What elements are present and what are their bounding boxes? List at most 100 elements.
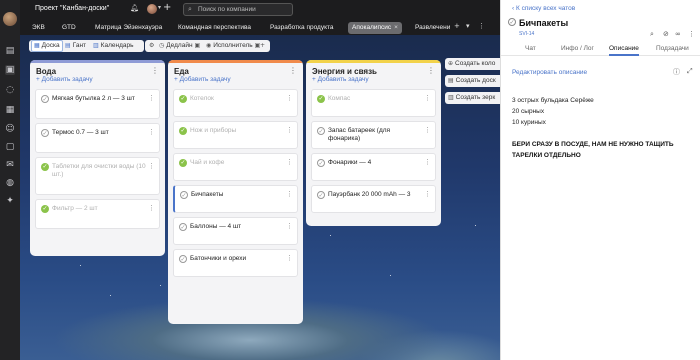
task-card[interactable]: ✓ Компас ⋮	[311, 89, 436, 117]
task-card[interactable]: ✓ Пауэрбанк 20 000 mAh — 3 ⋮	[311, 185, 436, 213]
add-task-button[interactable]: + Добавить задачу	[174, 76, 231, 83]
chevron-down-icon[interactable]: ▾	[466, 22, 470, 30]
task-card[interactable]: ✓ Чай и кофе ⋮	[173, 153, 298, 181]
member-avatar[interactable]	[147, 4, 157, 14]
more-icon[interactable]: ⋮	[424, 158, 431, 166]
back-to-chats-link[interactable]: ‹ К списку всех чатов	[512, 5, 575, 12]
edit-description-link[interactable]: Редактировать описание	[512, 69, 587, 76]
more-icon[interactable]: ⋮	[427, 66, 435, 75]
task-card[interactable]: ✓ Термос 0.7 — 3 шт ⋮	[35, 123, 160, 153]
task-card[interactable]: ✓ Таблетки для очистки воды (10 шт.) ⋮	[35, 157, 160, 195]
chat-icon[interactable]: ◌	[5, 85, 15, 95]
tab-info-log[interactable]: Инфо / Лог	[561, 45, 594, 52]
more-icon[interactable]: ⋮	[148, 128, 155, 136]
circle-check-icon[interactable]: ✓	[317, 191, 325, 199]
circle-check-icon[interactable]: ✓	[317, 159, 325, 167]
more-icon[interactable]: ⋮	[286, 190, 293, 198]
expand-icon[interactable]: ⤢	[687, 67, 693, 76]
more-icon[interactable]: ⋮	[148, 94, 155, 102]
chevron-down-icon[interactable]: ▾	[158, 4, 161, 11]
circle-check-icon[interactable]: ✓	[179, 255, 187, 263]
tab-apocalypse[interactable]: Апокалипсис ×	[348, 22, 402, 34]
check-done-icon[interactable]: ✓	[317, 95, 325, 103]
circle-check-icon[interactable]: ✓	[317, 127, 325, 135]
create-mirror-button[interactable]: ▥ Создать зерк	[445, 92, 500, 104]
attachment-icon[interactable]: ⊘	[663, 30, 669, 38]
task-card[interactable]: ✓ Баллоны — 4 шт ⋮	[173, 217, 298, 245]
add-tab-icon[interactable]: +	[454, 22, 460, 30]
tab-subtasks[interactable]: Подзадачи	[656, 45, 689, 52]
deadline-filter[interactable]: ◷ Дедлайн ▣	[157, 40, 204, 52]
create-board-button[interactable]: ▤ Создать доск	[445, 75, 500, 87]
view-gantt-button[interactable]: ▤ Гант	[63, 40, 88, 52]
tab-entertainment[interactable]: Развлечени	[411, 22, 453, 34]
check-done-icon[interactable]: ✓	[41, 163, 49, 171]
search-icon[interactable]: ⌕	[650, 30, 654, 39]
circle-check-icon[interactable]: ✓	[180, 191, 188, 199]
search-input[interactable]: ⌕ Поиск по компании	[183, 3, 293, 16]
docs-icon[interactable]: ▢	[5, 142, 15, 152]
more-icon[interactable]: ⋮	[688, 30, 695, 38]
check-done-icon[interactable]: ✓	[179, 159, 187, 167]
project-title[interactable]: Проект "Канбан-доски"	[35, 5, 109, 12]
ai-icon[interactable]: ✦	[5, 196, 15, 206]
close-icon[interactable]: ×	[394, 24, 398, 31]
more-icon[interactable]: ⋮	[289, 66, 297, 75]
calendar-icon[interactable]: ▦	[5, 105, 15, 115]
create-column-button[interactable]: ⊕ Создать коло	[445, 58, 500, 70]
task-title: Компас	[328, 95, 351, 102]
more-icon[interactable]: ⋮	[286, 222, 293, 230]
circle-check-icon[interactable]: ✓	[41, 95, 49, 103]
circle-check-icon[interactable]: ✓	[179, 223, 187, 231]
circle-check-icon[interactable]: ✓	[41, 129, 49, 137]
check-done-icon[interactable]: ✓	[179, 95, 187, 103]
tab-chat[interactable]: Чат	[525, 45, 536, 52]
more-icon[interactable]: ⋮	[478, 22, 485, 30]
task-card[interactable]: ✓ Фильтр — 2 шт ⋮	[35, 199, 160, 229]
add-task-button[interactable]: + Добавить задачу	[36, 76, 93, 83]
tasks-icon[interactable]: ▣	[5, 65, 15, 75]
check-done-icon[interactable]: ✓	[179, 127, 187, 135]
mail-icon[interactable]: ✉	[5, 160, 15, 170]
bell-icon[interactable]: 🔔︎	[130, 4, 139, 12]
tab-eisenhower[interactable]: Матрица Эйзенхауэра	[91, 22, 166, 34]
calendar-icon: ▥	[93, 42, 99, 49]
add-filter-icon[interactable]: +	[258, 40, 269, 52]
more-icon[interactable]: ⋮	[286, 94, 293, 102]
help-icon[interactable]: ⓘ	[673, 67, 680, 77]
more-icon[interactable]: ⋮	[286, 254, 293, 262]
tab-team[interactable]: Командная перспектива	[174, 22, 255, 34]
task-card[interactable]: ✓ Запас батареек (для фонарика) ⋮	[311, 121, 436, 149]
task-card[interactable]: ✓ Фонарики — 4 ⋮	[311, 153, 436, 181]
assignee-filter[interactable]: ◉ Исполнитель ▣	[204, 40, 264, 52]
more-icon[interactable]: ⋮	[286, 158, 293, 166]
task-card[interactable]: ✓ Батончики и орехи ⋮	[173, 249, 298, 277]
task-title[interactable]: Бичпакеты	[519, 18, 568, 28]
more-icon[interactable]: ⋮	[424, 190, 431, 198]
people-icon[interactable]: ☺	[5, 124, 15, 134]
more-icon[interactable]: ⋮	[424, 126, 431, 134]
more-icon[interactable]: ⋮	[424, 94, 431, 102]
news-icon[interactable]: ▤	[5, 46, 15, 56]
user-avatar[interactable]	[3, 12, 17, 26]
add-task-button[interactable]: + Добавить задачу	[312, 76, 369, 83]
task-card[interactable]: ✓ Мягкая бутылка 2 л — 3 шт ⋮	[35, 89, 160, 119]
add-member-icon[interactable]: +	[163, 2, 171, 13]
globe-icon[interactable]: ◍	[5, 178, 15, 188]
tab-product[interactable]: Разработка продукта	[266, 22, 338, 34]
tab-ekv[interactable]: ЭКВ	[28, 22, 49, 34]
more-icon[interactable]: ⋮	[148, 204, 155, 212]
view-calendar-button[interactable]: ▥ Календарь	[91, 40, 135, 52]
more-icon[interactable]: ⋮	[286, 126, 293, 134]
more-icon[interactable]: ⋮	[151, 66, 159, 75]
link-icon[interactable]: ∞	[675, 30, 681, 38]
view-board-button[interactable]: ▦ Доска	[31, 40, 63, 52]
check-done-icon[interactable]: ✓	[41, 205, 49, 213]
task-card[interactable]: ✓ Нож и приборы ⋮	[173, 121, 298, 149]
task-card[interactable]: ✓ Котелок ⋮	[173, 89, 298, 117]
task-card-selected[interactable]: ✓ Бичпакеты ⋮	[173, 185, 298, 213]
tab-gtd[interactable]: GTD	[58, 22, 80, 34]
more-icon[interactable]: ⋮	[148, 162, 155, 170]
circle-check-icon[interactable]: ✓	[508, 18, 516, 26]
tab-description[interactable]: Описание	[609, 45, 639, 56]
